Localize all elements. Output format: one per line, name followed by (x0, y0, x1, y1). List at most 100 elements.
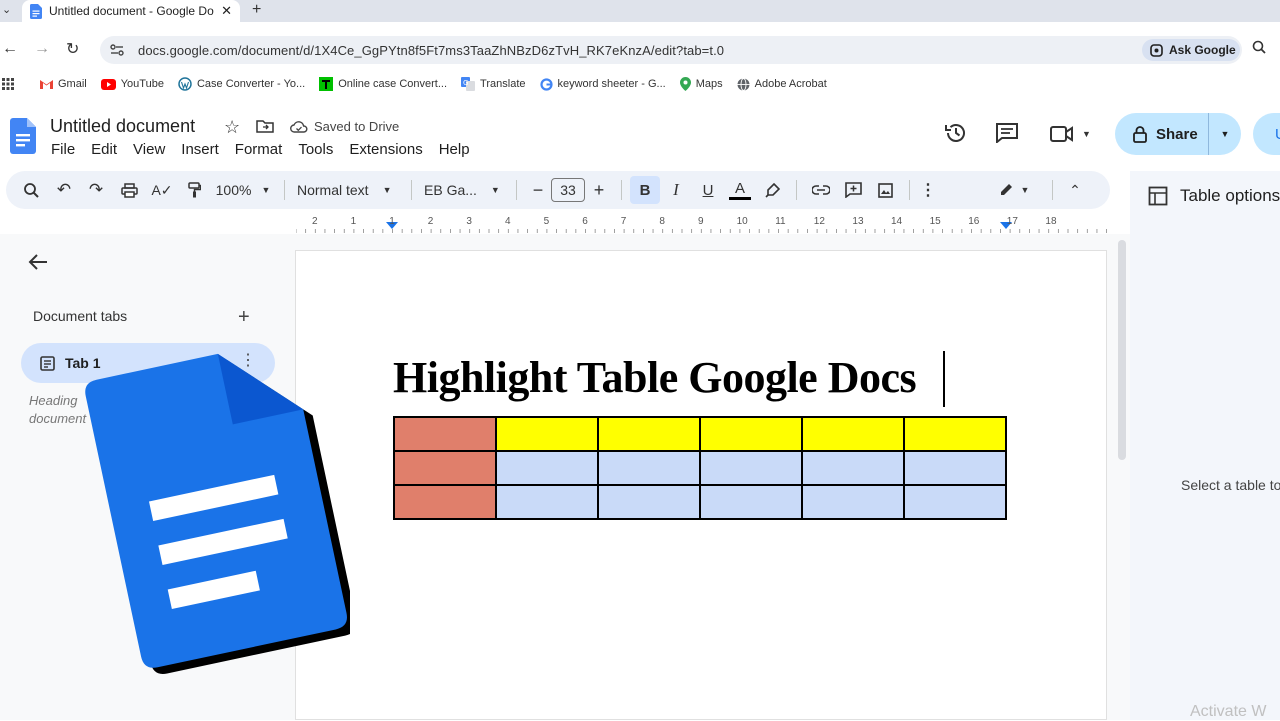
vertical-scrollbar[interactable] (1118, 240, 1126, 460)
comments-icon[interactable] (996, 123, 1018, 143)
table-row (393, 484, 1007, 520)
italic-button[interactable]: I (660, 176, 692, 204)
browser-tab-title: Untitled document - Google Docs (49, 4, 215, 18)
spellcheck-icon[interactable]: A✓ (146, 176, 178, 204)
table-cell[interactable] (903, 416, 1007, 452)
star-icon[interactable]: ☆ (224, 117, 240, 138)
ask-google-button[interactable]: Ask Google (1142, 39, 1240, 61)
hide-menus-chevron-icon[interactable]: ⌃ (1061, 176, 1089, 204)
underline-button[interactable]: U (692, 176, 724, 204)
print-icon[interactable] (112, 176, 146, 204)
font-size-input[interactable]: 33 (551, 178, 585, 202)
apps-grid-icon[interactable] (2, 78, 14, 90)
table-cell[interactable] (495, 484, 599, 520)
editing-mode-button[interactable]: ▼ (984, 176, 1044, 204)
close-tab-icon[interactable]: ✕ (221, 3, 232, 19)
horizontal-ruler[interactable]: 2 1 1 2 3 4 5 6 7 8 9 10 11 12 13 14 15 16 17 18 (296, 216, 1108, 234)
bookmark-keyword-sheeter[interactable]: keyword sheeter - G... (539, 77, 666, 91)
add-comment-icon[interactable] (837, 176, 869, 204)
bookmark-translate[interactable]: G Translate (461, 77, 526, 91)
insert-image-icon[interactable] (869, 176, 901, 204)
table-cell[interactable] (597, 450, 701, 486)
table-cell[interactable] (699, 450, 803, 486)
menu-edit[interactable]: Edit (91, 141, 117, 158)
menu-file[interactable]: File (51, 141, 75, 158)
share-button[interactable]: Share (1115, 113, 1209, 155)
close-outline-arrow-icon[interactable] (28, 253, 48, 271)
ruler-label: 8 (659, 216, 665, 227)
table-cell[interactable] (801, 416, 905, 452)
ruler-label: 3 (466, 216, 472, 227)
document-title[interactable]: Untitled document (50, 116, 195, 137)
version-history-icon[interactable] (944, 122, 968, 144)
table-cell[interactable] (393, 416, 497, 452)
search-icon[interactable] (1252, 40, 1266, 54)
video-camera-icon (1050, 126, 1073, 142)
reload-icon[interactable]: ↻ (66, 39, 79, 59)
text-color-button[interactable]: A (724, 176, 756, 204)
table-cell[interactable] (699, 484, 803, 520)
tab-list-chevron-icon[interactable]: ⌄ (2, 3, 11, 16)
bookmark-online-case-convert[interactable]: Online case Convert... (319, 77, 447, 91)
bookmark-gmail[interactable]: Gmail (40, 78, 87, 90)
table-options-title: Table options (1180, 186, 1280, 205)
bookmark-youtube[interactable]: YouTube (100, 78, 164, 90)
paragraph-style-select[interactable]: Normal text ▼ (293, 176, 403, 204)
menu-help[interactable]: Help (439, 141, 470, 158)
font-dropdown-icon: ▼ (490, 185, 500, 195)
formatting-toolbar: ↶ ↷ A✓ 100% ▼ Normal text ▼ EB Ga... ▼ −… (6, 171, 1110, 209)
table-cell[interactable] (393, 450, 497, 486)
bold-button[interactable]: B (630, 176, 660, 204)
table-cell[interactable] (801, 450, 905, 486)
back-icon[interactable]: ← (2, 40, 18, 58)
undo-icon[interactable]: ↶ (48, 176, 80, 204)
move-folder-icon[interactable] (256, 119, 274, 133)
share-dropdown-icon: ▼ (1220, 129, 1230, 139)
share-dropdown-button[interactable]: ▼ (1209, 113, 1241, 155)
ruler-label: 14 (891, 216, 903, 227)
highlight-pen-icon[interactable] (756, 176, 788, 204)
omnibox[interactable]: docs.google.com/document/d/1X4Ce_GgPYtn8… (100, 36, 1242, 64)
google-icon (539, 77, 553, 91)
search-menus-icon[interactable] (14, 176, 48, 204)
table-cell[interactable] (801, 484, 905, 520)
bookmark-case-converter[interactable]: Case Converter - Yo... (178, 77, 305, 91)
font-family-select[interactable]: EB Ga... ▼ (420, 176, 508, 204)
bookmark-maps[interactable]: Maps (679, 77, 723, 91)
account-avatar[interactable]: U (1253, 113, 1280, 155)
increase-font-size-icon[interactable]: + (585, 176, 613, 204)
more-options-icon[interactable]: ⋮ (918, 176, 938, 204)
browser-tab[interactable]: Untitled document - Google Docs ✕ (22, 0, 240, 22)
table-cell[interactable] (597, 416, 701, 452)
new-tab-icon[interactable]: + (252, 1, 261, 19)
redo-icon[interactable]: ↷ (80, 176, 112, 204)
table-cell[interactable] (903, 484, 1007, 520)
decrease-font-size-icon[interactable]: − (525, 176, 551, 204)
meet-button[interactable]: ▼ (1050, 125, 1091, 143)
site-settings-icon[interactable] (110, 44, 124, 56)
paint-format-icon[interactable] (178, 176, 210, 204)
gmail-icon (40, 80, 53, 89)
docs-home-logo[interactable] (10, 118, 36, 154)
menu-tools[interactable]: Tools (298, 141, 333, 158)
save-status[interactable]: Saved to Drive (290, 119, 399, 134)
forward-icon[interactable]: → (34, 40, 50, 58)
ask-google-label: Ask Google (1169, 43, 1236, 57)
table-cell[interactable] (903, 450, 1007, 486)
menu-view[interactable]: View (133, 141, 165, 158)
table-cell[interactable] (597, 484, 701, 520)
insert-link-icon[interactable] (805, 176, 837, 204)
bookmark-adobe-acrobat[interactable]: Adobe Acrobat (737, 77, 827, 91)
ruler-label: 12 (813, 216, 825, 227)
table-cell[interactable] (495, 450, 599, 486)
table-cell[interactable] (393, 484, 497, 520)
menu-extensions[interactable]: Extensions (349, 141, 422, 158)
table-cell[interactable] (699, 416, 803, 452)
zoom-select[interactable]: 100% ▼ (210, 176, 276, 204)
add-tab-button[interactable]: + (238, 306, 250, 329)
table-cell[interactable] (495, 416, 599, 452)
menu-format[interactable]: Format (235, 141, 283, 158)
document-heading[interactable]: Highlight Table Google Docs (393, 352, 917, 403)
highlighted-table[interactable] (393, 416, 1007, 520)
menu-insert[interactable]: Insert (181, 141, 219, 158)
